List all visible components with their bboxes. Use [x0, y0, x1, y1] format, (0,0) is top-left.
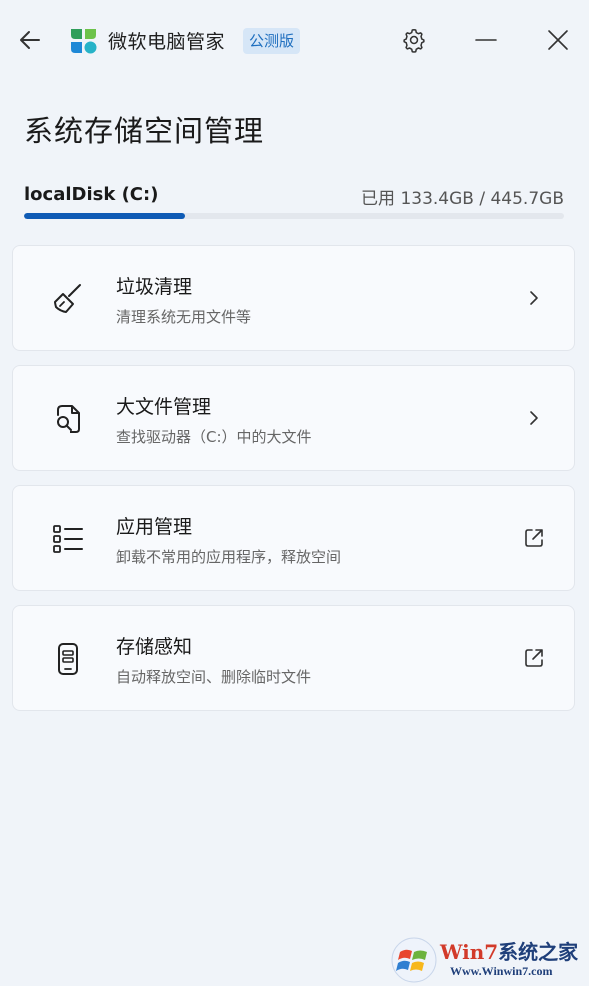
back-arrow-icon: [20, 31, 40, 49]
close-icon: [548, 30, 568, 50]
close-button[interactable]: [538, 22, 578, 58]
card-junk-cleanup[interactable]: 垃圾清理 清理系统无用文件等: [12, 245, 575, 351]
title-bar: 微软电脑管家 公测版: [0, 0, 589, 80]
watermark-url: Www.Winwin7.com: [450, 964, 553, 978]
card-app-management[interactable]: 应用管理 卸载不常用的应用程序，释放空间: [12, 485, 575, 591]
beta-badge: 公测版: [243, 28, 301, 54]
watermark-title-suffix: 系统之家: [498, 940, 579, 964]
card-description: 查找驱动器（C:）中的大文件: [116, 428, 312, 446]
card-description: 卸载不常用的应用程序，释放空间: [116, 548, 342, 566]
chevron-right-icon: [522, 406, 546, 430]
page-title: 系统存储空间管理: [24, 114, 265, 148]
disk-usage-bar: [24, 213, 564, 219]
back-button[interactable]: [14, 24, 46, 56]
external-link-icon: [522, 646, 546, 670]
file-search-icon: [50, 401, 86, 437]
card-storage-sense[interactable]: 存储感知 自动释放空间、删除临时文件: [12, 605, 575, 711]
card-large-files[interactable]: 大文件管理 查找驱动器（C:）中的大文件: [12, 365, 575, 471]
watermark-title: Win7系统之家: [440, 936, 578, 965]
settings-button[interactable]: [394, 22, 434, 58]
disk-name: localDisk (C:): [24, 184, 159, 205]
app-name: 微软电脑管家: [108, 31, 226, 53]
minimize-button[interactable]: [466, 22, 506, 58]
watermark-title-prefix: Win7: [440, 940, 499, 964]
card-description: 自动释放空间、删除临时文件: [116, 668, 312, 686]
phone-storage-icon: [50, 641, 86, 677]
card-title: 大文件管理: [116, 396, 212, 418]
minimize-icon: [475, 39, 497, 41]
watermark: Win7系统之家 Www.Winwin7.com: [388, 934, 588, 984]
external-link-icon: [522, 526, 546, 550]
disk-usage-fill: [24, 213, 186, 219]
card-title: 存储感知: [116, 636, 193, 658]
gear-icon: [403, 28, 425, 53]
pc-manager-logo-icon: [71, 29, 97, 54]
chevron-right-icon: [522, 286, 546, 310]
disk-usage-text: 已用 133.4GB / 445.7GB: [361, 189, 564, 209]
list-icon: [50, 521, 86, 557]
card-title: 应用管理: [116, 516, 193, 538]
broom-icon: [50, 281, 86, 317]
card-title: 垃圾清理: [116, 276, 193, 298]
windows-logo-icon: [391, 937, 437, 983]
card-description: 清理系统无用文件等: [116, 308, 252, 326]
